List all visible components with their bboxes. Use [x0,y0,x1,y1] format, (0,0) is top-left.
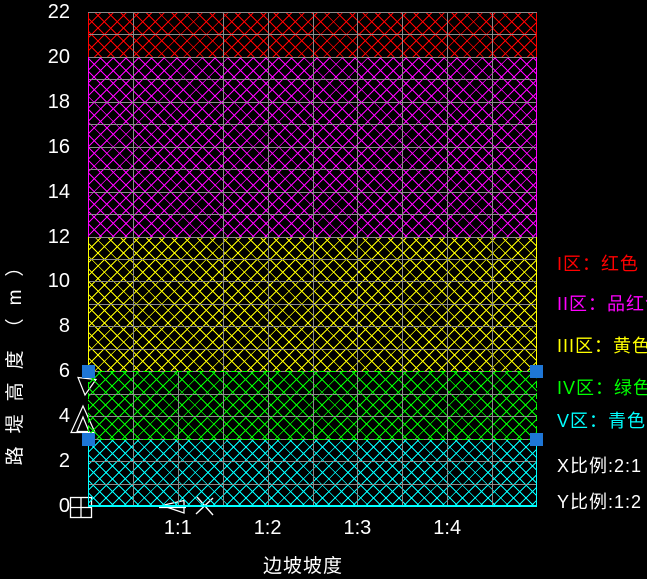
y-tick-label: 8 [34,315,70,337]
y-axis-title: 路堤高度（m） [5,243,27,467]
x-axis-title: 边坡坡度 [248,551,358,578]
grip-handle[interactable] [530,433,543,446]
zone-II-right-edge [536,57,537,237]
legend-item-zone-V: V区：青色 [557,411,646,431]
y-tick-label: 14 [34,181,70,203]
x-axis-baseline [88,505,537,507]
x-tick-label: 1:3 [325,517,389,539]
v-gridline [133,12,134,506]
y-tick-label: 12 [34,226,70,248]
zone-V-left-edge [88,439,89,506]
x-tick-label: 1:1 [146,517,210,539]
legend-item-zone-IV: IV区：绿色 [557,378,647,398]
zone-I-left-edge [88,12,89,57]
y-tick-label: 18 [34,91,70,113]
v-gridline [447,12,448,506]
zone-III-left-edge [88,237,89,372]
zone-I-right-edge [536,12,537,57]
y-tick-label: 6 [34,360,70,382]
y-tick-label: 4 [34,405,70,427]
selected-zone-outline-top[interactable] [88,371,537,372]
y-tick-label: 22 [34,1,70,23]
y-tick-label: 16 [34,136,70,158]
v-gridline [492,12,493,506]
y-tick-label: 20 [34,46,70,68]
selected-zone-outline-left[interactable] [88,371,89,438]
v-gridline [402,12,403,506]
y-tick-label: 0 [34,495,70,517]
x-tick-label: 1:4 [415,517,479,539]
plot-top-frame [88,12,537,13]
grip-handle[interactable] [82,433,95,446]
legend-item-scale-y: Y比例:1:2 [557,492,642,512]
selected-zone-outline-right[interactable] [536,371,537,438]
v-gridline [223,12,224,506]
legend-item-scale-x: X比例:2:1 [557,456,642,476]
legend-item-zone-II: II区：品红色 [557,294,647,314]
grip-handle[interactable] [530,365,543,378]
y-tick-label: 10 [34,270,70,292]
legend-item-zone-I: I区：红色 [557,254,639,274]
y-tick-label: 2 [34,450,70,472]
v-gridline [313,12,314,506]
legend-item-zone-III: III区：黄色 [557,336,647,356]
v-gridline [357,12,358,506]
grip-handle[interactable] [82,365,95,378]
x-tick-label: 1:2 [236,517,300,539]
cad-canvas[interactable]: 路堤高度（m） 边坡坡度 0 2 4 6 8 10 12 14 16 18 20 22 1:1 1:2 1:… [0,0,647,579]
v-gridline [268,12,269,506]
selected-zone-outline-bottom[interactable] [88,439,537,440]
zone-II-left-edge [88,57,89,237]
zone-III-right-edge [536,237,537,372]
zone-V-right-edge [536,439,537,506]
